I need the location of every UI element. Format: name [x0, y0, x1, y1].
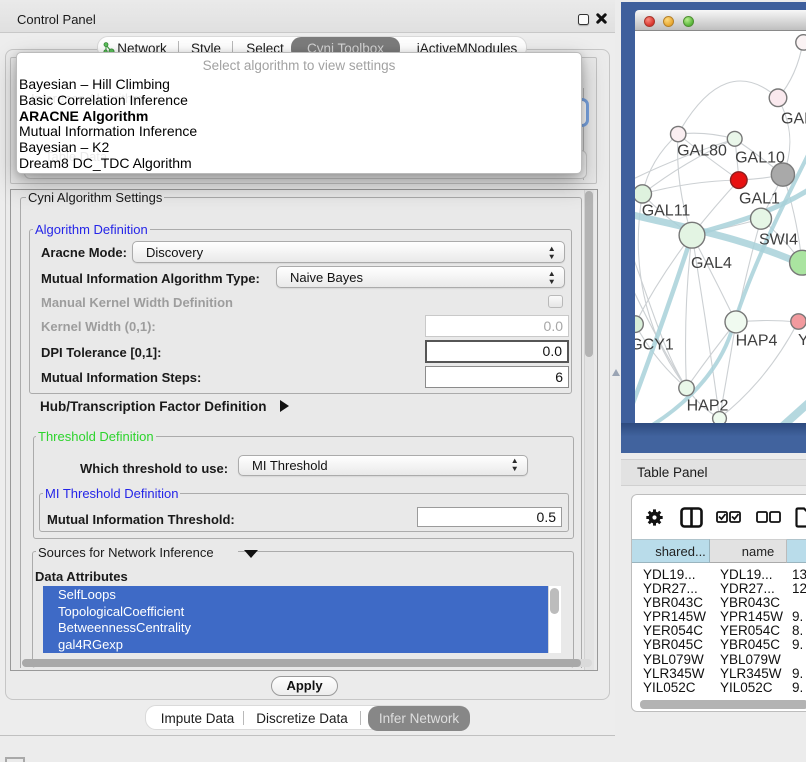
svg-text:GAL7: GAL7	[781, 111, 806, 128]
svg-text:YJ: YJ	[798, 332, 806, 349]
svg-text:SWI4: SWI4	[759, 232, 798, 249]
svg-text:HAP4: HAP4	[736, 333, 778, 350]
svg-text:GAL1: GAL1	[739, 191, 780, 208]
svg-text:GAL4: GAL4	[691, 255, 732, 272]
svg-text:HAP2: HAP2	[687, 398, 729, 415]
svg-text:GAL80: GAL80	[677, 143, 727, 160]
svg-text:GAL11: GAL11	[642, 203, 691, 220]
svg-text:GCY1: GCY1	[635, 337, 674, 354]
svg-text:GAL10: GAL10	[735, 150, 785, 167]
